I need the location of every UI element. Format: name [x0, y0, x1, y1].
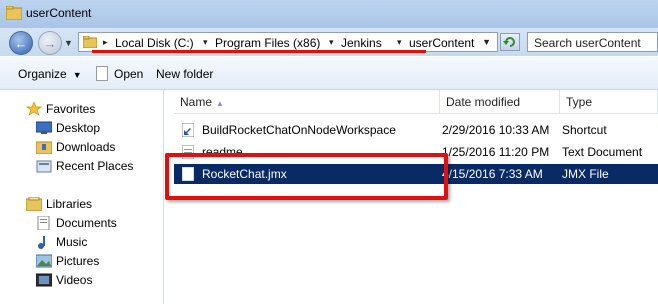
new-folder-button[interactable]: New folder — [156, 67, 213, 81]
videos-icon — [36, 273, 52, 287]
command-bar: Organize ▼ Open New folder — [0, 56, 658, 90]
library-icon — [26, 197, 42, 211]
refresh-button[interactable] — [500, 33, 520, 51]
music-icon — [38, 236, 45, 249]
pictures-icon — [36, 254, 52, 268]
title-bar: userContent — [0, 0, 658, 29]
breadcrumb-jenkins[interactable]: Jenkins — [341, 36, 382, 50]
nav-item-label: Music — [56, 235, 88, 249]
back-arrow-icon: ← — [14, 35, 28, 51]
nav-favorites-label: Favorites — [46, 102, 96, 116]
file-type: Shortcut — [562, 123, 607, 137]
nav-item-label: Documents — [56, 216, 117, 230]
column-header-label: Date modified — [446, 95, 521, 109]
breadcrumb-separator[interactable]: ▾ — [329, 37, 334, 48]
chevron-down-icon: ▼ — [72, 70, 82, 80]
search-input[interactable]: Search userContent — [527, 32, 658, 52]
breadcrumb-program-files[interactable]: Program Files (x86) — [215, 36, 320, 50]
sort-ascending-icon: ▲ — [216, 99, 224, 108]
breadcrumb-local-disk[interactable]: Local Disk (C:) — [115, 36, 194, 50]
column-header-date[interactable]: Date modified — [440, 90, 560, 114]
annotation-highlight-box — [165, 153, 448, 200]
breadcrumb-usercontent[interactable]: userContent — [409, 36, 474, 50]
nav-item-label: Desktop — [56, 121, 101, 135]
nav-item-label: Videos — [56, 273, 93, 287]
recent-places-icon — [36, 160, 52, 173]
breadcrumb-separator[interactable]: ▾ — [203, 37, 208, 48]
forward-button[interactable]: → — [38, 31, 62, 55]
back-button[interactable]: ← — [9, 31, 33, 55]
nav-item-label: Downloads — [56, 140, 116, 154]
file-date: 1/25/2016 11:20 PM — [442, 145, 550, 159]
breadcrumb-separator[interactable]: ▾ — [397, 37, 402, 48]
annotation-underline — [92, 50, 426, 53]
file-type: JMX File — [562, 167, 609, 181]
folder-icon — [6, 6, 22, 20]
nav-item-label: Pictures — [56, 254, 100, 268]
column-header-type[interactable]: Type — [560, 90, 658, 114]
address-dropdown-icon[interactable]: ▼ — [482, 37, 491, 47]
window-title: userContent — [26, 6, 92, 20]
desktop-icon — [36, 121, 52, 134]
star-icon — [26, 102, 42, 116]
navigation-pane: Favorites Desktop Downloads Recent Place… — [0, 90, 164, 304]
column-header-label: Type — [566, 95, 593, 109]
table-row[interactable]: BuildRocketChatOnNodeWorkspace 2/29/2016… — [174, 120, 658, 140]
nav-item-label: Recent Places — [56, 159, 134, 173]
recent-pages-dropdown[interactable]: ▼ — [64, 38, 73, 48]
file-name: BuildRocketChatOnNodeWorkspace — [202, 123, 396, 137]
address-bar[interactable]: ▸ Local Disk (C:) ▾ Program Files (x86) … — [78, 32, 498, 52]
shortcut-icon — [182, 123, 194, 137]
organize-button[interactable]: Organize ▼ — [18, 67, 82, 81]
open-button[interactable]: Open — [114, 67, 143, 81]
column-header-name[interactable]: Name ▲ — [174, 90, 440, 114]
organize-label: Organize — [18, 67, 67, 81]
folder-icon — [83, 36, 97, 48]
file-date: 2/29/2016 10:33 AM — [442, 123, 550, 137]
breadcrumb-separator[interactable]: ▸ — [103, 37, 108, 48]
file-date: 4/15/2016 7:33 AM — [442, 167, 543, 181]
file-type: Text Document — [562, 145, 643, 159]
nav-libraries-label: Libraries — [46, 197, 93, 211]
documents-icon — [37, 216, 50, 230]
document-icon — [96, 66, 108, 81]
forward-arrow-icon: → — [43, 35, 57, 51]
column-header-label: Name — [180, 95, 213, 109]
downloads-icon — [36, 141, 52, 154]
refresh-icon — [503, 37, 515, 47]
